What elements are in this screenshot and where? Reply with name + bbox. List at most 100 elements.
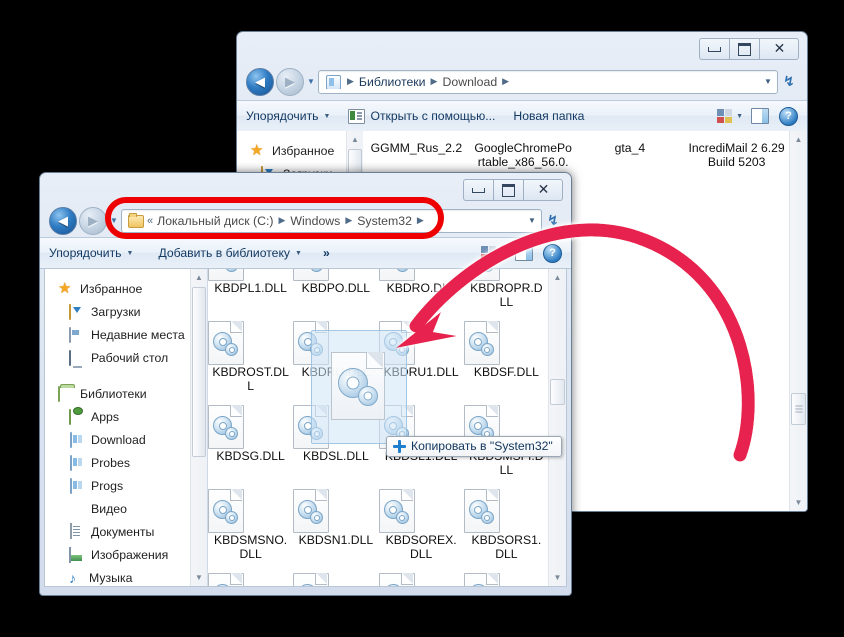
system32-files-scrollbar[interactable]: ▲ ▼	[548, 269, 566, 586]
list-item[interactable]: KBDSMSNO.DLL	[208, 477, 293, 561]
back-button[interactable]: ◀	[49, 207, 77, 235]
list-item[interactable]	[208, 561, 293, 586]
list-item[interactable]	[464, 561, 549, 586]
scroll-up-arrow[interactable]: ▲	[790, 131, 807, 148]
download-window-buttons[interactable]: ✕	[699, 38, 799, 58]
sidebar-item-favorites[interactable]: ★ Избранное	[45, 277, 207, 300]
sidebar-item-progs[interactable]: Progs	[45, 474, 207, 497]
list-item[interactable]: KBDPL1.DLL	[208, 269, 293, 309]
breadcrumb-item-1[interactable]: Download	[441, 75, 498, 89]
download-breadcrumb[interactable]: ▶ Библиотеки ▶ Download ▶	[319, 74, 759, 89]
scroll-down-arrow[interactable]: ▼	[191, 569, 207, 586]
download-toolbar[interactable]: Упорядочить ▼ Открыть с помощью... Новая…	[237, 100, 807, 132]
add-to-library-button[interactable]: Добавить в библиотеку ▼	[142, 242, 310, 264]
back-button[interactable]: ◀	[246, 68, 274, 96]
address-dropdown-icon[interactable]: ▼	[523, 216, 541, 225]
list-item[interactable]: GGMM_Rus_2.2	[363, 131, 470, 169]
minimize-button[interactable]	[463, 179, 493, 201]
list-item[interactable]: KBDSG.DLL	[208, 393, 293, 477]
plus-icon	[393, 440, 406, 453]
list-item[interactable]: IncrediMail 2 6.29 Build 5203	[683, 131, 790, 169]
scrollbar-thumb[interactable]	[192, 287, 206, 457]
list-item[interactable]: KBDSORS1.DLL	[464, 477, 549, 561]
maximize-button[interactable]	[729, 38, 759, 60]
download-files-scrollbar[interactable]: ▲ ▼	[789, 131, 807, 511]
documents-library-icon	[69, 524, 85, 540]
refresh-button[interactable]: ↯	[542, 212, 564, 229]
views-chevron-down-icon[interactable]: ▼	[734, 113, 749, 120]
minimize-button[interactable]	[699, 38, 729, 60]
list-item[interactable]	[293, 561, 378, 586]
list-item[interactable]: KBDSF.DLL	[464, 309, 549, 393]
list-item[interactable]: KBDROPR.DLL	[464, 269, 549, 309]
sidebar-item-video[interactable]: Видео	[45, 497, 207, 520]
list-item[interactable]: KBDRO.DLL	[379, 269, 464, 309]
toolbar-overflow-button[interactable]: »	[311, 242, 339, 264]
forward-button[interactable]: ▶	[79, 207, 107, 235]
list-item[interactable]: GoogleChromePortable_x86_56.0.	[470, 131, 577, 169]
sidebar-item-desktop[interactable]: Рабочий стол	[45, 346, 207, 369]
maximize-button[interactable]	[493, 179, 523, 201]
list-item[interactable]: KBDROST.DLL	[208, 309, 293, 393]
system32-toolbar[interactable]: Упорядочить ▼ Добавить в библиотеку ▼ » …	[40, 237, 571, 269]
chevron-down-icon: ▼	[324, 113, 331, 120]
system32-window-buttons[interactable]: ✕	[463, 179, 563, 199]
help-icon[interactable]: ?	[543, 244, 562, 263]
preview-pane-icon[interactable]	[751, 108, 769, 124]
views-icon[interactable]	[481, 246, 496, 260]
list-item[interactable]: KBDSOREX.DLL	[379, 477, 464, 561]
drop-tooltip-label: Копировать в "System32"	[411, 439, 553, 453]
sidebar-item-libraries[interactable]: Библиотеки	[45, 382, 207, 405]
list-item[interactable]	[379, 561, 464, 586]
views-icon[interactable]	[717, 109, 732, 123]
close-button[interactable]: ✕	[759, 38, 799, 60]
download-window-titlebar[interactable]: ✕	[237, 32, 807, 61]
sidebar-item-apps[interactable]: Apps	[45, 405, 207, 428]
download-address-bar[interactable]: ▶ Библиотеки ▶ Download ▶ ▼	[318, 70, 778, 94]
scroll-up-arrow[interactable]: ▲	[549, 269, 566, 286]
sidebar-label: Загрузки	[91, 305, 141, 319]
help-icon[interactable]: ?	[779, 107, 798, 126]
breadcrumb-item-0[interactable]: Библиотеки	[358, 75, 427, 89]
organize-button[interactable]: Упорядочить ▼	[237, 105, 339, 127]
scroll-up-arrow[interactable]: ▲	[347, 131, 363, 148]
open-with-button[interactable]: Открыть с помощью...	[339, 105, 504, 127]
scroll-up-arrow[interactable]: ▲	[191, 269, 207, 286]
sidebar-item-download[interactable]: Download	[45, 428, 207, 451]
dll-icon	[208, 269, 242, 279]
preview-pane-icon[interactable]	[515, 245, 533, 261]
sidebar-item-recent-places[interactable]: Недавние места	[45, 323, 207, 346]
list-item[interactable]: gta_4	[577, 131, 684, 169]
scroll-down-arrow[interactable]: ▼	[549, 569, 566, 586]
dll-file-drag-ghost	[331, 352, 383, 418]
chevron-down-icon: ▼	[295, 250, 302, 257]
forward-button[interactable]: ▶	[276, 68, 304, 96]
dll-icon	[293, 269, 327, 279]
scroll-down-arrow[interactable]: ▼	[790, 494, 807, 511]
list-item[interactable]: KBDSN1.DLL	[293, 477, 378, 561]
scrollbar-thumb[interactable]	[791, 393, 806, 425]
sidebar-item-documents[interactable]: Документы	[45, 520, 207, 543]
sidebar-item-favorites[interactable]: ★ Избранное	[237, 139, 363, 162]
organize-button[interactable]: Упорядочить ▼	[40, 242, 142, 264]
new-folder-button[interactable]: Новая папка	[504, 105, 593, 127]
list-item[interactable]: KBDSMSFI.DLL	[464, 393, 549, 477]
address-dropdown-icon[interactable]: ▼	[759, 77, 777, 86]
sidebar-item-music[interactable]: ♪ Музыка	[45, 566, 207, 586]
refresh-button[interactable]: ↯	[778, 73, 800, 90]
system32-nav-pane[interactable]: ★ Избранное Загрузки Недавние места Рабо…	[45, 269, 207, 586]
system32-navpane-scrollbar[interactable]: ▲ ▼	[190, 269, 207, 586]
sidebar-label: Библиотеки	[80, 387, 147, 401]
sidebar-item-probes[interactable]: Probes	[45, 451, 207, 474]
dll-icon	[379, 573, 413, 586]
libraries-icon	[58, 386, 74, 402]
list-item[interactable]: KBDPO.DLL	[293, 269, 378, 309]
sidebar-item-downloads[interactable]: Загрузки	[45, 300, 207, 323]
history-dropdown-icon[interactable]: ▼	[304, 77, 318, 86]
close-button[interactable]: ✕	[523, 179, 563, 201]
sidebar-item-pictures[interactable]: Изображения	[45, 543, 207, 566]
scrollbar-thumb[interactable]	[550, 379, 565, 405]
views-chevron-down-icon[interactable]: ▼	[498, 250, 513, 257]
download-address-row[interactable]: ◀ ▶ ▼ ▶ Библиотеки ▶ Download ▶ ▼ ↯	[237, 64, 807, 99]
file-name: KBDPO.DLL	[293, 281, 378, 295]
